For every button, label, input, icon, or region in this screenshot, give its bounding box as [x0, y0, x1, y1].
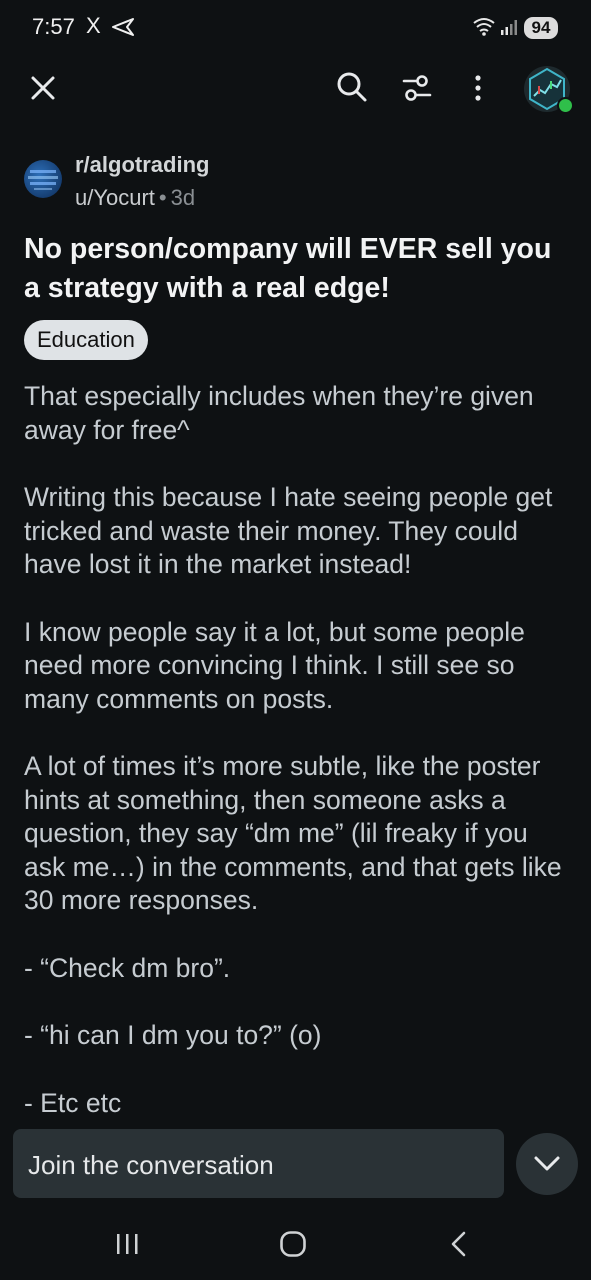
post-body: That especially includes when they’re gi…	[24, 380, 574, 1120]
send-icon	[112, 18, 134, 36]
sort-options-icon[interactable]	[402, 73, 432, 103]
more-vert-icon[interactable]	[470, 73, 486, 103]
twitter-x-icon: X	[86, 13, 101, 38]
wifi-icon	[473, 18, 495, 36]
app-bar	[0, 56, 591, 120]
system-nav-bar	[0, 1210, 591, 1280]
body-paragraph: Writing this because I hate seeing peopl…	[24, 482, 553, 579]
chevron-down-icon	[534, 1156, 560, 1171]
home-icon[interactable]	[279, 1230, 307, 1258]
body-paragraph: - “hi can I dm you to?” (o)	[24, 1020, 322, 1050]
body-paragraph: That especially includes when they’re gi…	[24, 381, 534, 445]
online-status-dot	[557, 97, 574, 114]
back-icon[interactable]	[448, 1230, 468, 1258]
subreddit-name[interactable]: r/algotrading	[75, 152, 209, 178]
body-paragraph: I know people say it a lot, but some peo…	[24, 616, 525, 714]
post-age: 3d	[170, 185, 196, 210]
author-line: u/Yocurt • 3d	[75, 185, 195, 211]
status-bar: 7:57 X 94	[0, 0, 591, 56]
body-paragraph: - Etc etc	[24, 1087, 122, 1118]
avatar[interactable]	[524, 66, 574, 114]
body-paragraph: - “Check dm bro”.	[24, 952, 231, 983]
search-icon[interactable]	[336, 71, 368, 103]
recents-icon[interactable]	[114, 1232, 140, 1256]
status-time: 7:57	[32, 14, 75, 39]
author-name[interactable]: u/Yocurt	[75, 185, 155, 210]
join-conversation-input[interactable]: Join the conversation	[13, 1129, 504, 1198]
post-title: No person/company will EVER sell you a s…	[24, 233, 552, 304]
flair-badge[interactable]: Education	[24, 320, 148, 360]
join-conversation-placeholder: Join the conversation	[28, 1150, 274, 1180]
post-header: r/algotrading u/Yocurt • 3d	[24, 152, 564, 216]
battery-icon: 94	[524, 17, 558, 39]
close-icon[interactable]	[30, 75, 56, 101]
subreddit-icon-graphic	[28, 170, 58, 190]
separator: •	[158, 185, 167, 210]
collapse-button[interactable]	[516, 1133, 578, 1195]
body-paragraph: A lot of times it’s more subtle, like th…	[24, 751, 562, 915]
subreddit-icon[interactable]	[24, 160, 62, 198]
signal-icon	[501, 20, 517, 35]
